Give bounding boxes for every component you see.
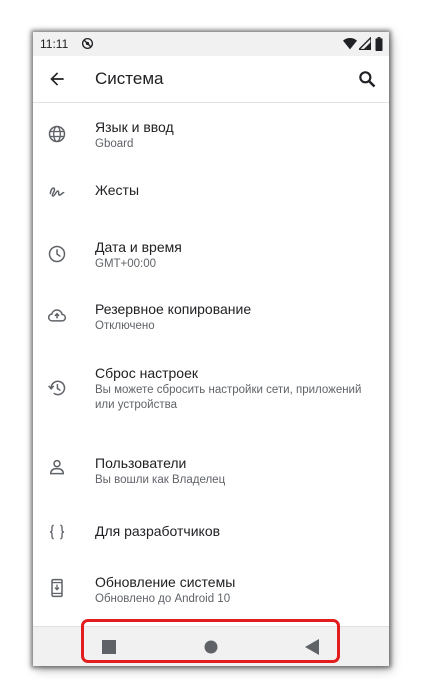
do-not-disturb-icon [81, 37, 94, 50]
phone-screen: 11:11 Система Язык и ввод Gboard Жесты Д… [33, 32, 389, 666]
settings-item-developer[interactable]: Для разработчиков [33, 497, 389, 551]
system-update-icon [51, 578, 63, 598]
braces-icon [49, 524, 65, 540]
battery-icon [375, 37, 383, 51]
settings-item-title: Обновление системы [95, 574, 236, 590]
settings-item-title: Сброс настроек [95, 365, 199, 381]
settings-item-summary: Обновлено до Android 10 [95, 593, 231, 605]
history-icon [48, 380, 66, 396]
recents-square-icon[interactable] [102, 640, 116, 654]
arrow-back-icon[interactable] [47, 69, 67, 89]
clock-icon [48, 245, 66, 263]
signal-icon [359, 37, 371, 50]
settings-item-system-update[interactable]: Обновление системы Обновлено до Android … [33, 551, 389, 621]
settings-item-language[interactable]: Язык и ввод Gboard [33, 103, 389, 165]
person-icon [49, 459, 65, 475]
settings-item-title: Резервное копирование [95, 301, 252, 317]
search-icon[interactable] [357, 69, 377, 89]
settings-item-gestures[interactable]: Жесты [33, 165, 389, 217]
back-triangle-icon[interactable] [305, 639, 319, 655]
settings-item-summary: Вы вошли как Владелец [95, 474, 226, 486]
settings-item-users[interactable]: Пользователи Вы вошли как Владелец [33, 427, 389, 497]
settings-item-summary: GMT+00:00 [95, 258, 157, 270]
settings-item-backup[interactable]: Резервное копирование Отключено [33, 279, 389, 343]
status-bar: 11:11 [33, 32, 389, 56]
home-circle-icon[interactable] [204, 640, 218, 654]
settings-item-title: Для разработчиков [95, 523, 221, 539]
wifi-icon [343, 37, 357, 50]
settings-item-title: Дата и время [95, 239, 182, 255]
settings-item-summary: Вы можете сбросить настройки сети, прило… [95, 384, 362, 411]
status-time: 11:11 [40, 37, 69, 51]
settings-item-title: Жесты [95, 182, 140, 198]
globe-icon [48, 125, 66, 143]
app-bar: Система [33, 56, 389, 103]
settings-item-title: Пользователи [95, 455, 187, 471]
nav-bar [33, 626, 389, 666]
cloud-upload-icon [47, 309, 67, 322]
settings-item-date-time[interactable]: Дата и время GMT+00:00 [33, 217, 389, 279]
settings-item-summary: Gboard [95, 138, 134, 150]
settings-item-title: Язык и ввод [95, 119, 174, 135]
settings-item-summary: Отключено [95, 320, 155, 332]
gesture-icon [49, 187, 65, 197]
settings-item-reset[interactable]: Сброс настроек Вы можете сбросить настро… [33, 343, 389, 427]
page-title: Система [95, 69, 164, 88]
